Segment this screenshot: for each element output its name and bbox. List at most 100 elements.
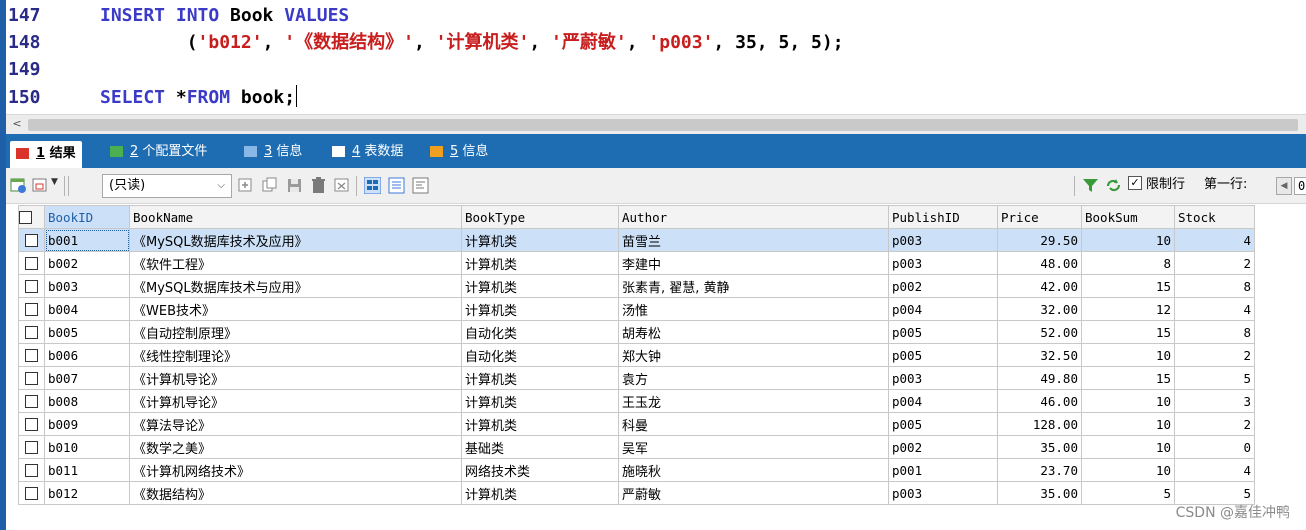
readonly-mode-select[interactable]: (只读) ⌵ (102, 174, 232, 198)
cell-author[interactable]: 吴军 (618, 435, 889, 459)
cell-booktype[interactable]: 计算机类 (461, 389, 619, 413)
cell-booktype[interactable]: 网络技术类 (461, 458, 619, 482)
row-checkbox[interactable] (25, 279, 38, 293)
cell-bookid[interactable]: b008 (44, 389, 130, 413)
copy-row-icon[interactable] (262, 177, 279, 194)
refresh-grid-icon[interactable] (334, 177, 351, 194)
row-checkbox[interactable] (25, 463, 38, 477)
cell-bookid[interactable]: b001 (44, 228, 130, 252)
cell-bookname[interactable]: 《数据结构》 (129, 481, 462, 505)
cell-booktype[interactable]: 计算机类 (461, 228, 619, 252)
cell-bookname[interactable]: 《计算机网络技术》 (129, 458, 462, 482)
select-all-checkbox[interactable] (19, 210, 32, 224)
cell-bookid[interactable]: b006 (44, 343, 130, 367)
cell-price[interactable]: 32.00 (997, 297, 1082, 321)
row-select-cell[interactable] (18, 228, 45, 252)
cell-stock[interactable]: 2 (1174, 412, 1255, 436)
cell-bookname[interactable]: 《数学之美》 (129, 435, 462, 459)
cell-author[interactable]: 汤惟 (618, 297, 889, 321)
row-select-cell[interactable] (18, 343, 45, 367)
cell-booktype[interactable]: 计算机类 (461, 412, 619, 436)
cell-booksum[interactable]: 10 (1081, 228, 1175, 252)
cell-bookid[interactable]: b011 (44, 458, 130, 482)
cell-bookname[interactable]: 《线性控制理论》 (129, 343, 462, 367)
cell-bookname[interactable]: 《MySQL数据库技术与应用》 (129, 274, 462, 298)
row-select-cell[interactable] (18, 274, 45, 298)
table-row[interactable]: b011 《计算机网络技术》 网络技术类 施晓秋 p001 23.70 10 4 (18, 458, 1255, 482)
row-checkbox[interactable] (25, 394, 38, 408)
cell-publishid[interactable]: p004 (888, 297, 998, 321)
cell-stock[interactable]: 4 (1174, 228, 1255, 252)
row-select-cell[interactable] (18, 389, 45, 413)
cell-booktype[interactable]: 计算机类 (461, 274, 619, 298)
cell-stock[interactable]: 0 (1174, 435, 1255, 459)
cell-bookid[interactable]: b007 (44, 366, 130, 390)
cell-publishid[interactable]: p005 (888, 412, 998, 436)
cell-price[interactable]: 23.70 (997, 458, 1082, 482)
editor-horizontal-scrollbar[interactable]: < (6, 114, 1306, 134)
cell-author[interactable]: 李建中 (618, 251, 889, 275)
cell-publishid[interactable]: p003 (888, 251, 998, 275)
cell-publishid[interactable]: p004 (888, 389, 998, 413)
cell-booksum[interactable]: 10 (1081, 412, 1175, 436)
cell-price[interactable]: 35.00 (997, 481, 1082, 505)
cell-publishid[interactable]: p005 (888, 343, 998, 367)
code-line[interactable]: 148 ('b012', '《数据结构》', '计算机类', '严蔚敏', 'p… (6, 29, 1306, 56)
column-header-booksum[interactable]: BookSum (1081, 205, 1175, 229)
cell-bookname[interactable]: 《软件工程》 (129, 251, 462, 275)
cell-stock[interactable]: 8 (1174, 274, 1255, 298)
column-header-price[interactable]: Price (997, 205, 1082, 229)
cell-publishid[interactable]: p002 (888, 274, 998, 298)
cell-publishid[interactable]: p005 (888, 320, 998, 344)
delete-trash-icon[interactable] (310, 177, 327, 194)
cell-booksum[interactable]: 10 (1081, 458, 1175, 482)
scrollbar-thumb[interactable] (28, 119, 1298, 131)
cell-author[interactable]: 严蔚敏 (618, 481, 889, 505)
cell-bookname[interactable]: 《自动控制原理》 (129, 320, 462, 344)
cell-bookname[interactable]: 《计算机导论》 (129, 366, 462, 390)
cell-bookid[interactable]: b002 (44, 251, 130, 275)
cell-booksum[interactable]: 10 (1081, 343, 1175, 367)
row-select-cell[interactable] (18, 458, 45, 482)
cell-bookid[interactable]: b010 (44, 435, 130, 459)
cell-price[interactable]: 128.00 (997, 412, 1082, 436)
cell-price[interactable]: 48.00 (997, 251, 1082, 275)
cell-author[interactable]: 胡寿松 (618, 320, 889, 344)
row-select-cell[interactable] (18, 366, 45, 390)
limit-rows-checkbox[interactable]: ✓ (1128, 176, 1142, 190)
code-line[interactable]: 150 SELECT *FROM book; (6, 84, 1306, 111)
cell-booktype[interactable]: 自动化类 (461, 320, 619, 344)
row-select-cell[interactable] (18, 481, 45, 505)
table-row[interactable]: b009 《算法导论》 计算机类 科曼 p005 128.00 10 2 (18, 412, 1255, 436)
row-select-cell[interactable] (18, 435, 45, 459)
code-line[interactable]: 147 INSERT INTO Book VALUES (6, 2, 1306, 29)
cell-booksum[interactable]: 10 (1081, 389, 1175, 413)
text-view-icon[interactable] (412, 177, 429, 194)
cell-price[interactable]: 29.50 (997, 228, 1082, 252)
result-tab-1[interactable]: 1 结果 (10, 141, 82, 168)
row-select-cell[interactable] (18, 297, 45, 321)
grid-view-icon[interactable] (364, 177, 381, 194)
column-header-stock[interactable]: Stock (1174, 205, 1255, 229)
row-checkbox[interactable] (25, 417, 38, 431)
cell-publishid[interactable]: p003 (888, 366, 998, 390)
result-tab-5[interactable]: 5 信息 (424, 139, 494, 164)
cell-author[interactable]: 张素青, 翟慧, 黄静 (618, 274, 889, 298)
result-tab-4[interactable]: 4 表数据 (326, 139, 409, 164)
row-checkbox[interactable] (25, 256, 38, 270)
cell-bookid[interactable]: b004 (44, 297, 130, 321)
cell-author[interactable]: 王玉龙 (618, 389, 889, 413)
row-checkbox[interactable] (25, 348, 38, 362)
cell-price[interactable]: 32.50 (997, 343, 1082, 367)
result-tab-2[interactable]: 2 个配置文件 (104, 139, 213, 164)
row-select-cell[interactable] (18, 251, 45, 275)
cell-bookname[interactable]: 《WEB技术》 (129, 297, 462, 321)
cell-booktype[interactable]: 基础类 (461, 435, 619, 459)
table-row[interactable]: b005 《自动控制原理》 自动化类 胡寿松 p005 52.00 15 8 (18, 320, 1255, 344)
cell-booksum[interactable]: 15 (1081, 320, 1175, 344)
column-header-bookid[interactable]: BookID (44, 205, 130, 229)
cell-author[interactable]: 施晓秋 (618, 458, 889, 482)
filter-funnel-icon[interactable] (1082, 177, 1099, 194)
column-header-author[interactable]: Author (618, 205, 889, 229)
cell-stock[interactable]: 4 (1174, 458, 1255, 482)
